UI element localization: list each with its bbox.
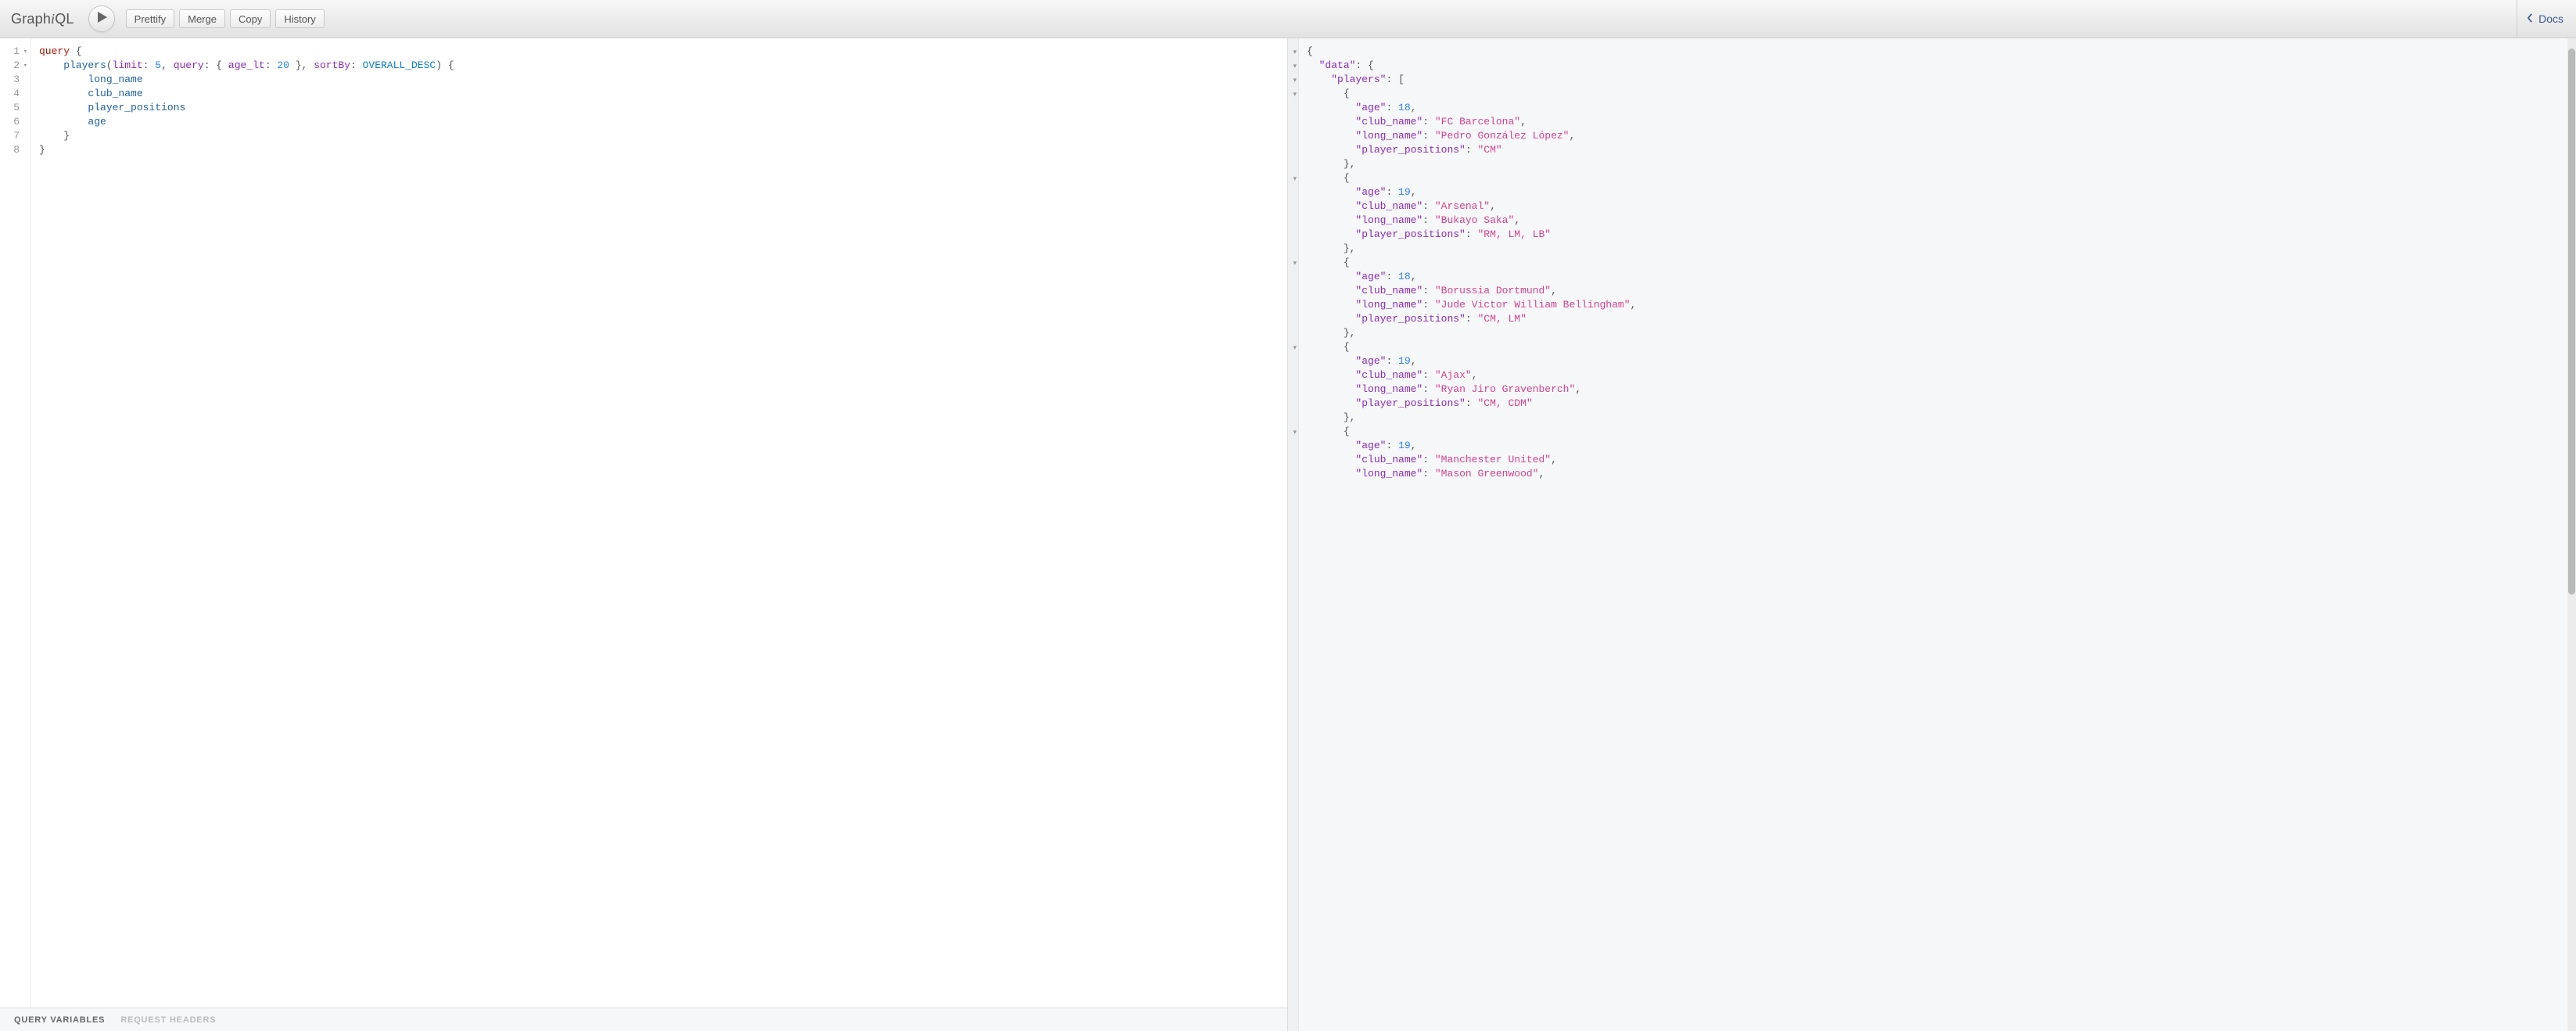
history-button[interactable]: History [275,9,324,28]
scrollbar-thumb[interactable] [2568,48,2575,595]
variable-editor-strip: QUERY VARIABLES REQUEST HEADERS [0,1008,1287,1031]
play-icon [96,12,107,27]
prettify-button[interactable]: Prettify [126,9,174,28]
result-fold-gutter: ▾▾▾▾▾▾▾▾ [1288,38,1299,1031]
query-line-gutter: 12345678 [0,38,31,1008]
result-viewer[interactable]: { "data": { "players": [ { "age": 18, "c… [1299,38,2576,1031]
execute-button[interactable] [88,5,115,32]
query-editor[interactable]: 12345678 query { players(limit: 5, query… [0,38,1287,1008]
query-editor-pane: 12345678 query { players(limit: 5, query… [0,38,1288,1031]
copy-button[interactable]: Copy [230,9,271,28]
main-content: 12345678 query { players(limit: 5, query… [0,38,2576,1031]
topbar: GraphiQL Prettify Merge Copy History Doc… [0,0,2576,38]
tab-request-headers[interactable]: REQUEST HEADERS [120,1015,216,1025]
docs-label: Docs [2538,13,2563,25]
scrollbar-track[interactable] [2567,38,2576,1031]
tab-query-variables[interactable]: QUERY VARIABLES [14,1015,105,1025]
merge-button[interactable]: Merge [179,9,225,28]
query-code[interactable]: query { players(limit: 5, query: { age_l… [31,38,1287,1008]
app-logo: GraphiQL [11,11,74,27]
result-pane: ▾▾▾▾▾▾▾▾ { "data": { "players": [ { "age… [1288,38,2576,1031]
docs-toggle[interactable]: Docs [2517,0,2576,38]
chevron-left-icon [2527,13,2538,25]
